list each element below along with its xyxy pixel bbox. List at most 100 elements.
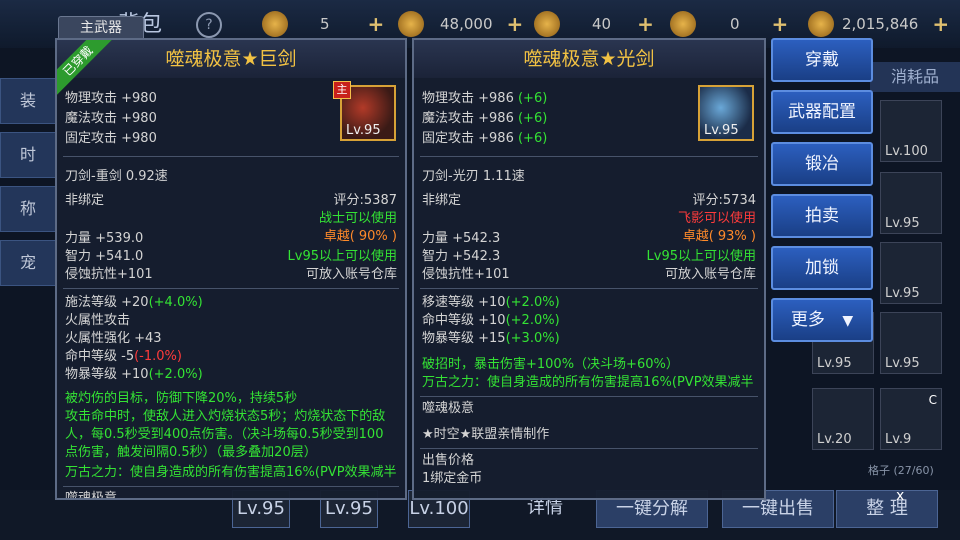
inventory-slot[interactable]: Lv.100 [880, 100, 942, 162]
currency-plus-button[interactable]: + [932, 12, 949, 36]
stat-extra: (+6) [517, 131, 548, 146]
storage-note: 可放入账号仓库 [305, 267, 397, 282]
bonus-extra: (+3.0%) [505, 331, 560, 346]
left-tab-equip[interactable]: 装 [0, 78, 56, 124]
currency-plus-button[interactable]: + [772, 12, 789, 36]
auction-button[interactable]: 拍卖 [771, 194, 873, 238]
bonus-extra: (+2.0%) [505, 313, 560, 328]
coin-icon [808, 11, 834, 37]
slot-hotkey: C [928, 393, 937, 407]
stat-line: 魔法攻击 +980 [65, 111, 157, 126]
currency-plus-button[interactable]: + [507, 12, 524, 36]
effect-line: 万古之力：使自身造成的所有伤害提高16%(PVP效果减半 [65, 465, 397, 480]
bonus-extra: (+2.0%) [505, 295, 560, 310]
coin-icon [534, 11, 560, 37]
stat-line: 固定攻击 +986 (+6) [422, 130, 547, 148]
quality-rating: 卓越( 93% ) [682, 229, 756, 244]
coin-icon [670, 11, 696, 37]
compare-item-panel: 噬魂极意★光剑 Lv.95 物理攻击 +986 (+6) 魔法攻击 +986 (… [412, 38, 766, 500]
bonus-line: 物暴等级 +15(+3.0%) [422, 330, 560, 348]
set-name: 噬魂极意 [65, 491, 118, 500]
divider [420, 448, 758, 449]
item-score: 评分:5734 [692, 193, 756, 208]
help-button[interactable]: ? [196, 12, 222, 38]
wear-button[interactable]: 穿戴 [771, 38, 873, 82]
left-tabs: 装 时 称 宠 [0, 78, 56, 294]
stat-extra: (+6) [517, 111, 548, 126]
bonus-line: 火属性攻击 [65, 313, 131, 328]
divider [63, 288, 399, 289]
tab-main-weapon: 主武器 [58, 16, 144, 40]
effect-line: 点伤害，触发间隔0.5秒）（最多叠加20层） [65, 445, 317, 460]
effect-line: 人，每0.5秒受到400点伤害。（决斗场每0.5秒受到100 [65, 427, 384, 442]
slot-level: Lv.100 [885, 144, 928, 159]
currency-4: 0 + [670, 11, 789, 37]
coin-icon [398, 11, 424, 37]
stat-line: 物理攻击 +980 [65, 91, 157, 106]
weapon-config-button[interactable]: 武器配置 [771, 90, 873, 134]
level-requirement: Lv95以上可以使用 [646, 249, 756, 264]
left-tab-fashion[interactable]: 时 [0, 132, 56, 178]
slot-level: Lv.95 [885, 356, 920, 371]
bind-status: 非绑定 [65, 193, 105, 208]
slot-level: Lv.95 [885, 286, 920, 301]
sort-button[interactable]: 整 理 [836, 490, 938, 528]
currency-value: 2,015,846 [842, 15, 919, 33]
item-score: 评分:5387 [333, 193, 397, 208]
class-requirement: 战士可以使用 [318, 211, 397, 226]
forge-button[interactable]: 锻冶 [771, 142, 873, 186]
bonus-text: 物暴等级 +10 [65, 367, 149, 382]
maker-credit: ★时空★联盟亲情制作 [422, 427, 550, 442]
currency-1: 5 + [262, 11, 385, 37]
stat-line: 魔法攻击 +986 (+6) [422, 110, 547, 128]
inventory-slot[interactable]: Lv.95 [880, 312, 942, 374]
weapon-type: 刀剑-重剑 0.92速 [65, 169, 168, 184]
stat-line: 物理攻击 +986 (+6) [422, 90, 547, 108]
currency-value: 48,000 [440, 15, 493, 33]
bonus-line: 施法等级 +20(+4.0%) [65, 294, 203, 312]
coin-icon [262, 11, 288, 37]
divider [420, 396, 758, 397]
stat-extra: (+6) [517, 91, 548, 106]
stat-text: 物理攻击 +986 [422, 91, 514, 106]
chevron-down-icon: ▼ [842, 313, 854, 329]
divider [420, 156, 758, 157]
price-label: 出售价格 [422, 453, 475, 468]
bonus-extra: (-1.0%) [134, 349, 182, 364]
item-level: Lv.95 [346, 123, 381, 138]
inventory-slot[interactable]: Lv.95 [880, 242, 942, 304]
currency-plus-button[interactable]: + [637, 12, 654, 36]
bind-status: 非绑定 [422, 193, 462, 208]
class-requirement: 飞影可以使用 [677, 211, 756, 226]
currency-plus-button[interactable]: + [368, 12, 385, 36]
attr-line: 力量 +539.0 [65, 231, 144, 246]
main-weapon-tag: 主 [333, 81, 351, 99]
weapon-type: 刀剑-光刃 1.11速 [422, 169, 525, 184]
bonus-text: 移速等级 +10 [422, 295, 506, 310]
left-tab-pet[interactable]: 宠 [0, 240, 56, 286]
bonus-text: 施法等级 +20 [65, 295, 149, 310]
left-tab-title[interactable]: 称 [0, 186, 56, 232]
lock-button[interactable]: 加锁 [771, 246, 873, 290]
currency-3: 40 + [534, 11, 654, 37]
bonus-text: 物暴等级 +15 [422, 331, 506, 346]
attr-line: 侵蚀抗性+101 [422, 267, 510, 282]
divider [63, 486, 399, 487]
slot-level: Lv.9 [885, 432, 912, 447]
stat-text: 固定攻击 +986 [422, 131, 514, 146]
effect-line: 破招时，暴击伤害+100%（决斗场+60%） [422, 357, 679, 372]
slot-level: Lv.95 [885, 216, 920, 231]
currency-value: 40 [592, 15, 612, 33]
close-icon[interactable]: x [896, 488, 904, 504]
currency-value: 0 [730, 15, 740, 33]
more-button[interactable]: 更多 ▼ [771, 298, 873, 342]
attr-line: 侵蚀抗性+101 [65, 267, 153, 282]
bonus-line: 移速等级 +10(+2.0%) [422, 294, 560, 312]
tab-consumables[interactable]: 消耗品 [870, 62, 960, 92]
attr-line: 智力 +542.3 [422, 249, 501, 264]
inventory-slot[interactable]: Lv.9 C [880, 388, 942, 450]
stat-text: 魔法攻击 +986 [422, 111, 514, 126]
inventory-slot[interactable]: Lv.20 [812, 388, 874, 450]
inventory-slot[interactable]: Lv.95 [880, 172, 942, 234]
bonus-extra: (+4.0%) [148, 295, 203, 310]
